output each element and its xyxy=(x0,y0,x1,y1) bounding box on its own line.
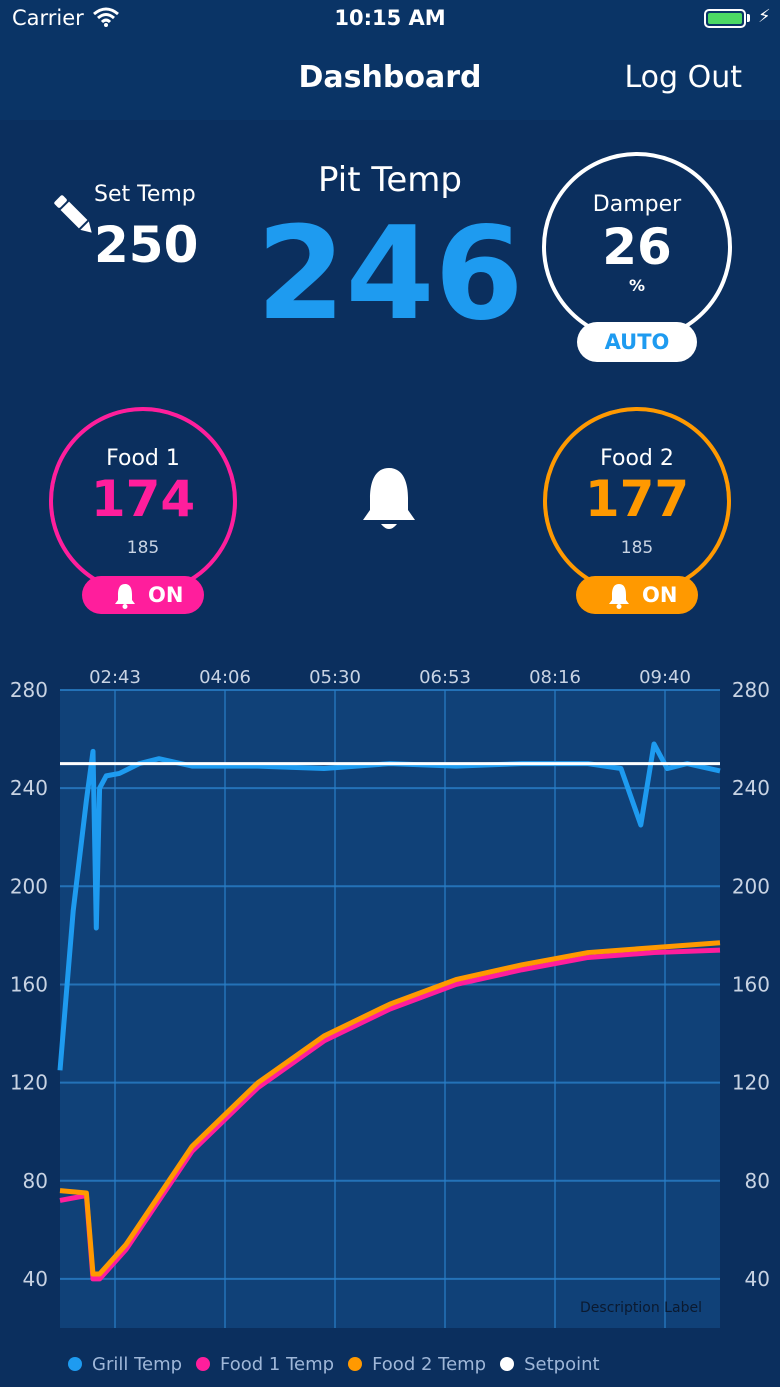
damper-unit: % xyxy=(628,276,646,295)
y-tick-label-left: 80 xyxy=(23,1169,48,1193)
legend-item: Food 1 Temp xyxy=(196,1352,334,1376)
y-tick-label-right: 280 xyxy=(732,678,770,702)
food1-gauge[interactable]: Food 1 174 185 xyxy=(48,406,238,596)
y-tick-label-left: 200 xyxy=(10,874,48,898)
chart-description-label: Description Label xyxy=(580,1300,702,1316)
food2-alarm-button[interactable]: ON xyxy=(576,576,698,614)
x-tick-label: 04:06 xyxy=(199,667,251,688)
damper-label: Damper xyxy=(592,192,682,217)
status-bar: Carrier 10:15 AM ⚡ xyxy=(0,0,780,42)
battery-icon xyxy=(704,9,746,28)
food2-gauge[interactable]: Food 2 177 185 xyxy=(542,406,732,596)
legend-item: Setpoint xyxy=(500,1352,600,1376)
x-tick-label: 02:43 xyxy=(89,667,141,688)
bell-icon xyxy=(608,583,630,614)
damper-value: 26 xyxy=(602,218,672,276)
temperature-chart[interactable]: 280 280 240 240 200 200 160 160 120 120 80 80 40 40 02… xyxy=(0,650,780,1350)
legend-item: Grill Temp xyxy=(68,1352,182,1376)
y-tick-label-left: 40 xyxy=(23,1267,48,1291)
nav-bar: Dashboard Log Out xyxy=(0,42,780,120)
legend-label: Food 1 Temp xyxy=(220,1353,335,1375)
chart-legend: Grill Temp Food 1 Temp Food 2 Temp Setpoint xyxy=(68,1352,614,1376)
y-tick-label-left: 120 xyxy=(10,1071,48,1095)
charging-icon: ⚡ xyxy=(758,6,771,27)
chart-canvas: 280 280 240 240 200 200 160 160 120 120 80 80 40 40 02… xyxy=(10,667,770,1328)
legend-label: Setpoint xyxy=(524,1353,600,1375)
y-tick-label-left: 280 xyxy=(10,678,48,702)
food2-value: 177 xyxy=(584,470,690,528)
damper-auto-button[interactable]: AUTO xyxy=(577,322,697,362)
y-tick-label-right: 200 xyxy=(732,874,770,898)
food2-label: Food 2 xyxy=(600,446,674,471)
food1-value: 174 xyxy=(90,470,196,528)
y-tick-label-left: 160 xyxy=(10,972,48,996)
x-tick-label: 08:16 xyxy=(529,667,581,688)
legend-dot xyxy=(500,1357,515,1371)
y-tick-label-left: 240 xyxy=(10,776,48,800)
food1-alarm-label: ON xyxy=(148,583,184,607)
legend-item: Food 2 Temp xyxy=(348,1352,486,1376)
legend-label: Food 2 Temp xyxy=(372,1353,487,1375)
food1-alarm-button[interactable]: ON xyxy=(82,576,204,614)
y-tick-label-right: 120 xyxy=(732,1071,770,1095)
food2-alarm-label: ON xyxy=(642,583,678,607)
y-tick-label-right: 160 xyxy=(732,972,770,996)
food1-label: Food 1 xyxy=(106,446,180,471)
x-tick-label: 09:40 xyxy=(639,667,691,688)
legend-label: Grill Temp xyxy=(92,1353,183,1375)
status-time: 10:15 AM xyxy=(334,6,446,30)
food2-target: 185 xyxy=(620,538,654,558)
y-tick-label-right: 80 xyxy=(745,1169,770,1193)
battery-tip xyxy=(747,14,750,22)
y-tick-label-right: 240 xyxy=(732,776,770,800)
food1-target: 185 xyxy=(126,538,160,558)
x-tick-label: 05:30 xyxy=(309,667,361,688)
bell-icon xyxy=(114,583,136,614)
x-tick-label: 06:53 xyxy=(419,667,471,688)
legend-dot xyxy=(196,1357,211,1371)
bell-icon[interactable] xyxy=(360,466,418,538)
legend-dot xyxy=(68,1357,82,1371)
legend-dot xyxy=(348,1357,363,1371)
y-tick-label-right: 40 xyxy=(745,1267,770,1291)
logout-button[interactable]: Log Out xyxy=(624,60,742,95)
